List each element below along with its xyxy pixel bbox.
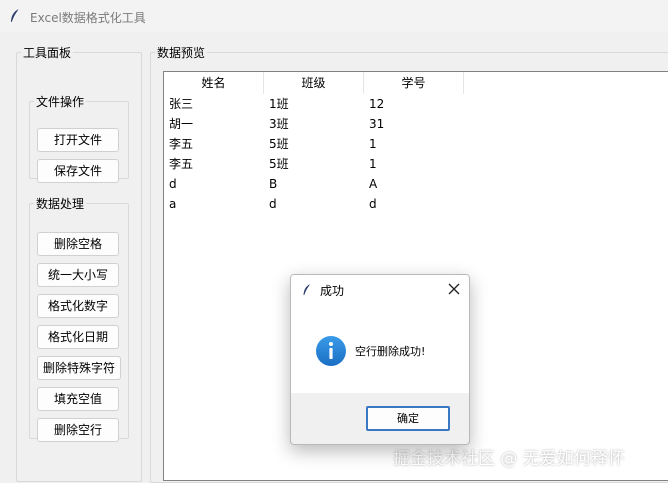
- success-dialog: 成功 空行删除成功! 确定: [290, 274, 470, 445]
- table-cell: 5班: [269, 157, 289, 171]
- fill-empty-button[interactable]: 填充空值: [37, 387, 119, 411]
- feather-icon: [11, 8, 20, 23]
- table-cell: d: [269, 197, 277, 211]
- table-cell: 张三: [169, 97, 194, 111]
- table-cell: d: [369, 197, 377, 211]
- unify-case-button[interactable]: 统一大小写: [37, 263, 119, 287]
- table-header: 姓名 班级 学号: [164, 72, 668, 94]
- remove-spaces-button[interactable]: 删除空格: [37, 232, 119, 256]
- ok-button[interactable]: 确定: [366, 406, 450, 431]
- dialog-message: 空行删除成功!: [355, 345, 426, 358]
- window-title: Excel数据格式化工具: [30, 11, 146, 25]
- save-file-button[interactable]: 保存文件: [37, 159, 119, 183]
- table-row[interactable]: 李五 5班 1: [164, 134, 668, 154]
- table-cell: a: [169, 197, 177, 211]
- dialog-body: 空行删除成功!: [291, 305, 469, 393]
- format-date-button[interactable]: 格式化日期: [37, 325, 119, 349]
- column-header-id[interactable]: 学号: [364, 72, 464, 94]
- table-cell: 李五: [169, 157, 194, 171]
- table-row[interactable]: 胡一 3班 31: [164, 114, 668, 134]
- file-ops-group: 文件操作 打开文件 保存文件: [29, 93, 129, 183]
- table-cell: d: [169, 177, 177, 191]
- format-number-button[interactable]: 格式化数字: [37, 294, 119, 318]
- tool-panel-legend: 工具面板: [23, 46, 72, 60]
- feather-icon: [303, 283, 311, 296]
- data-preview-legend: 数据预览: [157, 46, 206, 60]
- data-proc-group: 数据处理 删除空格 统一大小写 格式化数字 格式化日期 删除特殊字符 填充空值 …: [29, 195, 129, 442]
- watermark: 掘金技术社区 @ 无爱如何释怀: [393, 449, 625, 469]
- table-cell: 胡一: [169, 117, 194, 131]
- table-cell: 李五: [169, 137, 194, 151]
- column-header-class[interactable]: 班级: [264, 72, 364, 94]
- file-ops-legend: 文件操作: [36, 95, 85, 109]
- data-proc-legend: 数据处理: [36, 197, 85, 211]
- table-row[interactable]: a d d: [164, 194, 668, 214]
- dialog-title-bar: 成功: [291, 275, 469, 305]
- title-bar: Excel数据格式化工具: [0, 0, 668, 32]
- table-cell: 5班: [269, 137, 289, 151]
- table-row[interactable]: 李五 5班 1: [164, 154, 668, 174]
- open-file-button[interactable]: 打开文件: [37, 128, 119, 152]
- remove-special-chars-button[interactable]: 删除特殊字符: [37, 356, 121, 380]
- table-cell: 12: [369, 97, 385, 111]
- dialog-title: 成功: [320, 284, 345, 298]
- close-icon[interactable]: [445, 280, 463, 298]
- table-row[interactable]: 张三 1班 12: [164, 94, 668, 114]
- table-cell: 1: [369, 157, 377, 171]
- table-cell: 1班: [269, 97, 289, 111]
- table-cell: 3班: [269, 117, 289, 131]
- table-cell: A: [369, 177, 378, 191]
- tool-panel: 工具面板 文件操作 打开文件 保存文件 数据处理 删除空格 统一大小写 格式化数…: [16, 44, 142, 482]
- info-icon: [316, 336, 346, 366]
- table-row[interactable]: d B A: [164, 174, 668, 194]
- table-cell: B: [269, 177, 278, 191]
- table-cell: 31: [369, 117, 385, 131]
- column-header-name[interactable]: 姓名: [164, 72, 264, 94]
- table-cell: 1: [369, 137, 377, 151]
- delete-empty-rows-button[interactable]: 删除空行: [37, 418, 119, 442]
